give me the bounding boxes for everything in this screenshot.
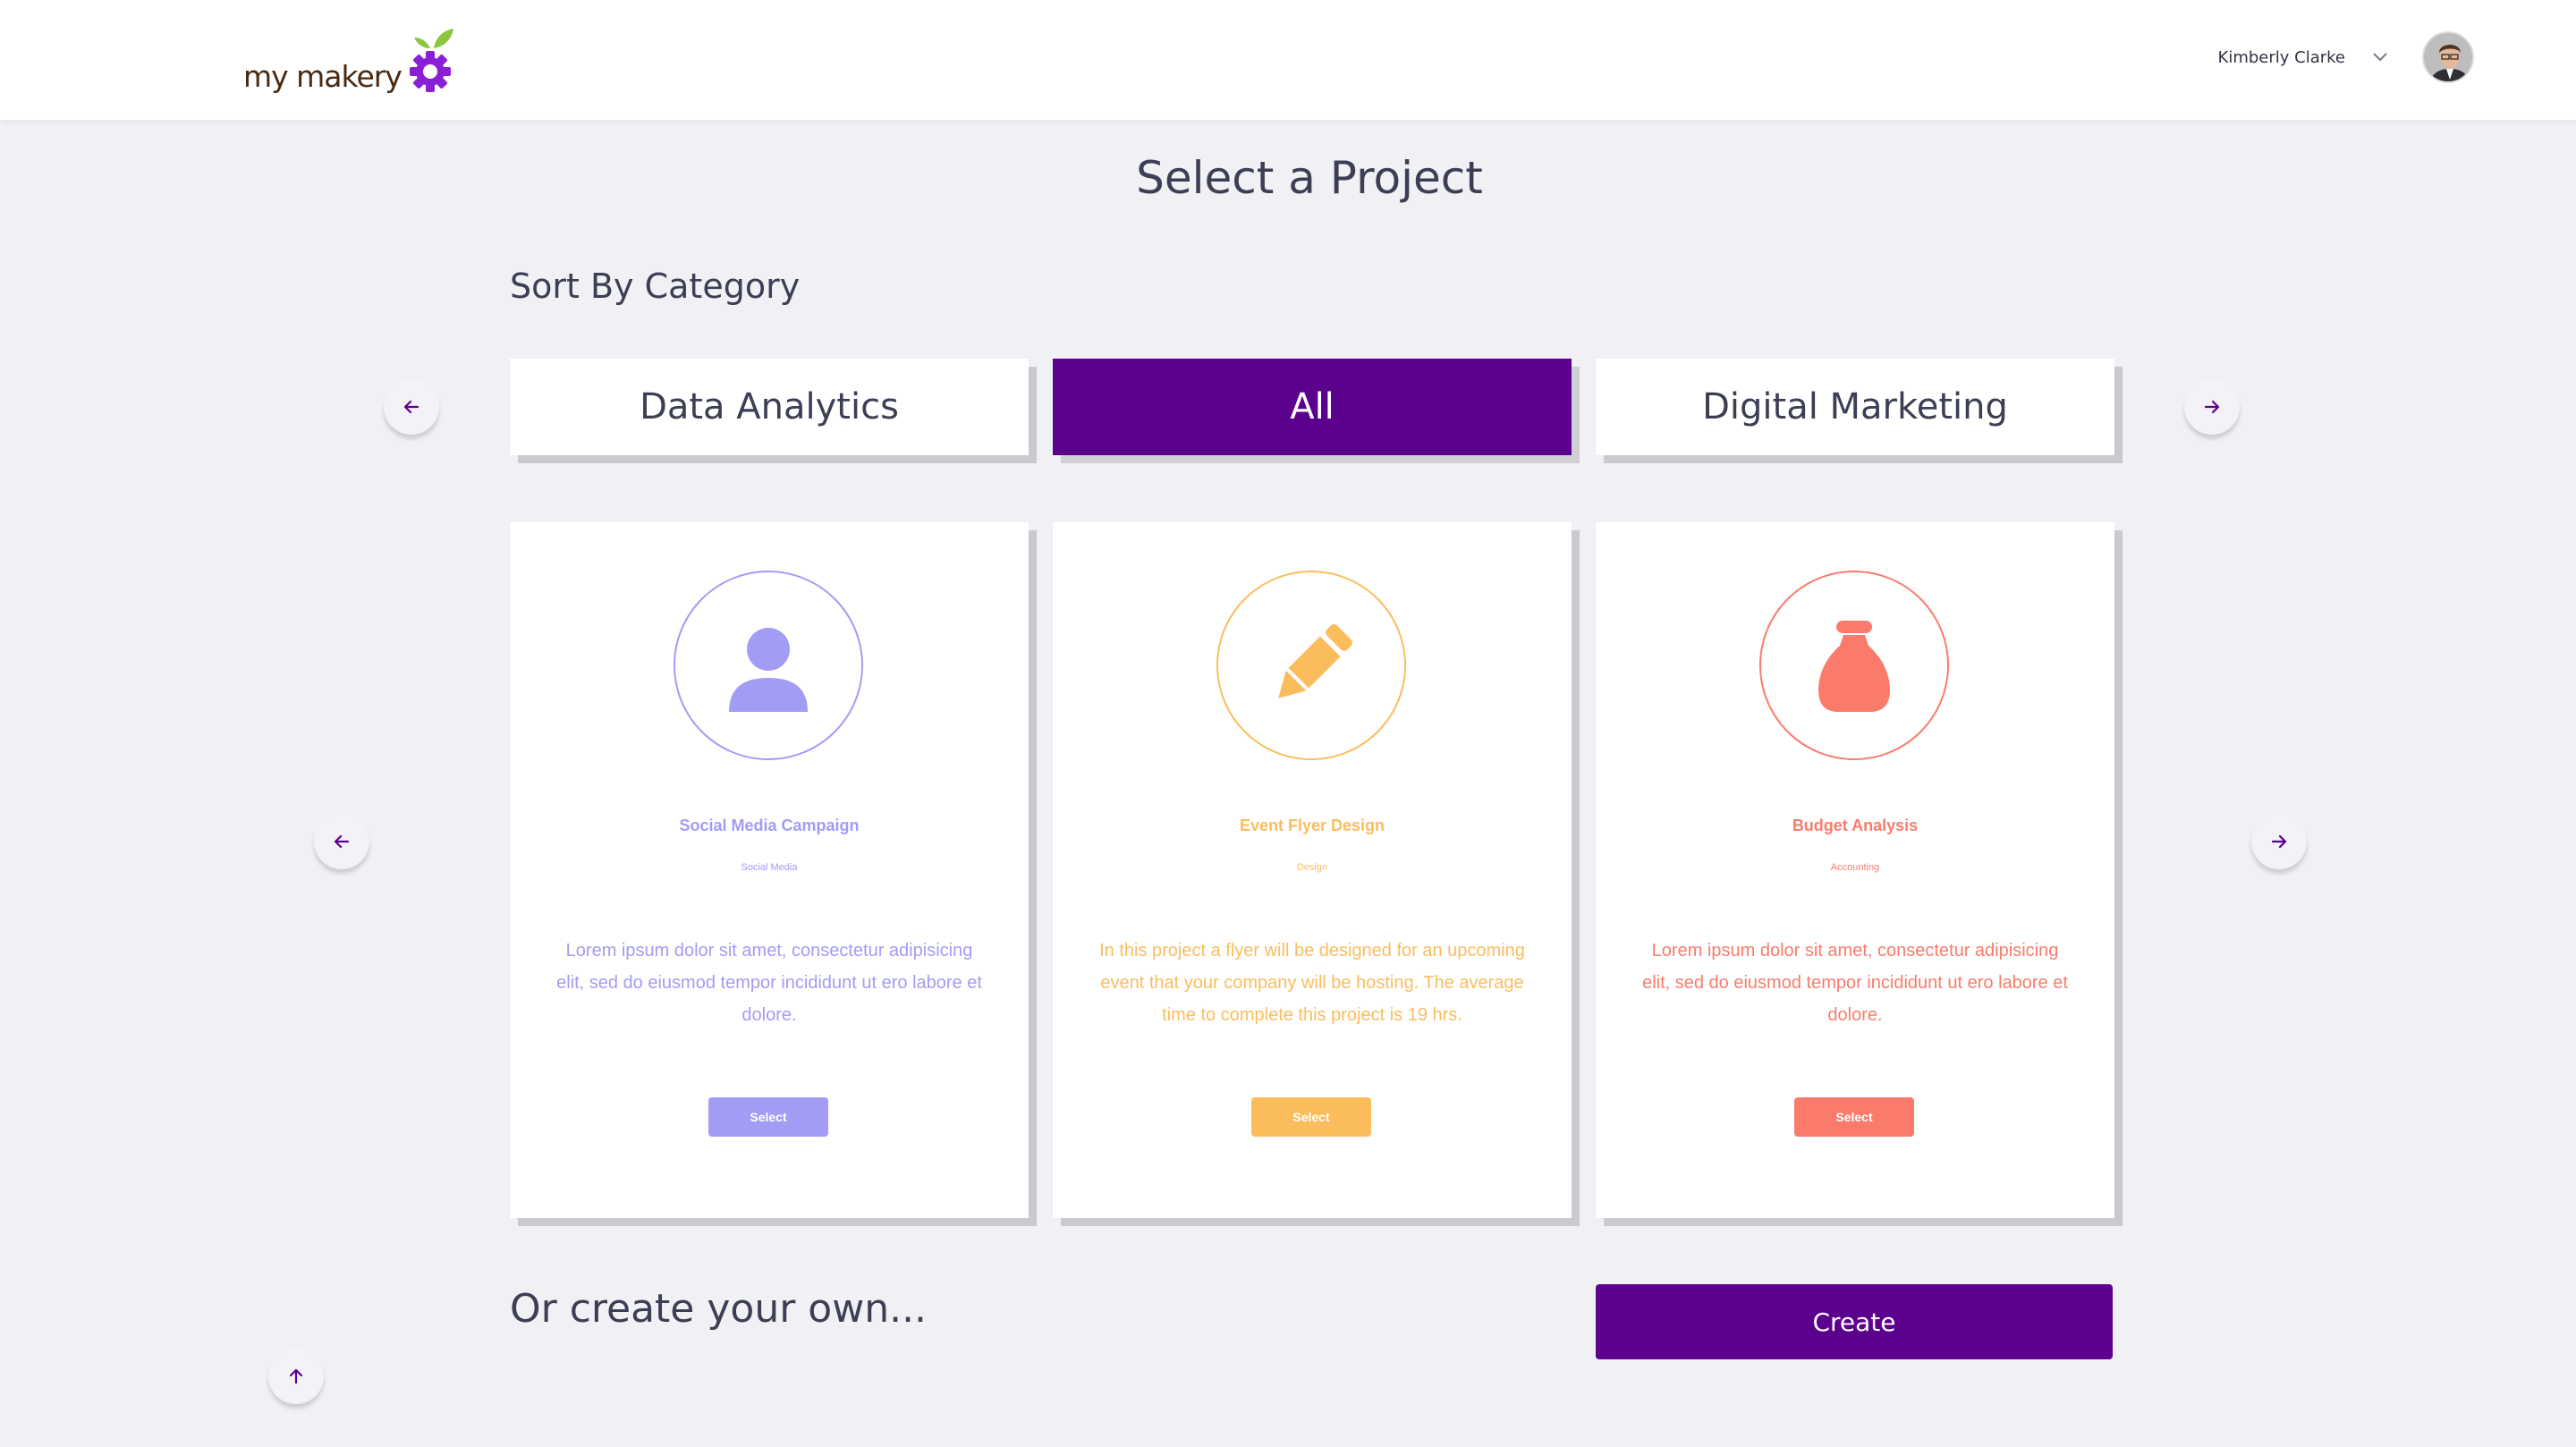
page-title: Select a Project — [1136, 152, 1483, 204]
select-button[interactable]: Select — [708, 1097, 828, 1137]
category-next-button[interactable] — [2184, 379, 2240, 435]
arrow-left-icon — [403, 400, 419, 414]
chevron-down-icon[interactable] — [2365, 47, 2395, 68]
arrow-up-icon — [289, 1368, 303, 1384]
category-tab-digital-marketing[interactable]: Digital Marketing — [1596, 359, 2114, 455]
project-card-event-flyer-design: Event Flyer Design Design In this projec… — [1053, 522, 1572, 1218]
arrow-right-icon — [2204, 400, 2220, 414]
select-button[interactable]: Select — [1794, 1097, 1914, 1137]
card-icon-circle — [1759, 571, 1949, 760]
category-tab-all[interactable]: All — [1053, 359, 1572, 455]
card-description: In this project a flyer will be designed… — [1099, 941, 1525, 1025]
card-category: Design — [1296, 862, 1328, 873]
card-category: Social Media — [741, 862, 798, 873]
category-tab-data-analytics[interactable]: Data Analytics — [510, 359, 1029, 455]
card-title: Event Flyer Design — [1239, 817, 1385, 834]
logo[interactable]: my makery — [243, 25, 461, 97]
arrow-left-icon — [334, 834, 350, 849]
arrow-right-icon — [2271, 834, 2287, 849]
card-icon-circle — [674, 571, 863, 760]
logo-text: my makery — [243, 59, 402, 94]
card-title: Budget Analysis — [1792, 817, 1919, 834]
category-prev-button[interactable] — [384, 379, 439, 435]
card-category: Accounting — [1830, 862, 1880, 873]
pencil-icon — [1278, 623, 1353, 698]
scroll-top-button[interactable] — [268, 1349, 324, 1404]
projects-prev-button[interactable] — [314, 814, 369, 869]
projects-next-button[interactable] — [2251, 814, 2307, 869]
user-name: Kimberly Clarke — [2217, 47, 2345, 67]
user-menu[interactable]: Kimberly Clarke — [2218, 30, 2474, 84]
card-icon-circle — [1216, 571, 1406, 760]
select-button[interactable]: Select — [1251, 1097, 1371, 1137]
create-label: Or create your own... — [510, 1286, 928, 1332]
sort-label: Sort By Category — [510, 267, 801, 306]
card-description: Lorem ipsum dolor sit amet, consectetur … — [1642, 941, 2068, 1025]
user-icon — [729, 628, 808, 712]
avatar[interactable] — [2422, 31, 2474, 83]
card-description: Lorem ipsum dolor sit amet, consectetur … — [556, 941, 982, 1025]
card-title: Social Media Campaign — [679, 817, 860, 834]
gear-icon — [403, 25, 461, 97]
top-bar: my makery Kimberly Clarke — [0, 0, 2576, 120]
money-bag-icon — [1818, 621, 1890, 712]
project-card-budget-analysis: Budget Analysis Accounting Lorem ipsum d… — [1596, 522, 2114, 1218]
create-button[interactable]: Create — [1596, 1284, 2113, 1359]
project-card-social-media-campaign: Social Media Campaign Social Media Lorem… — [510, 522, 1029, 1218]
